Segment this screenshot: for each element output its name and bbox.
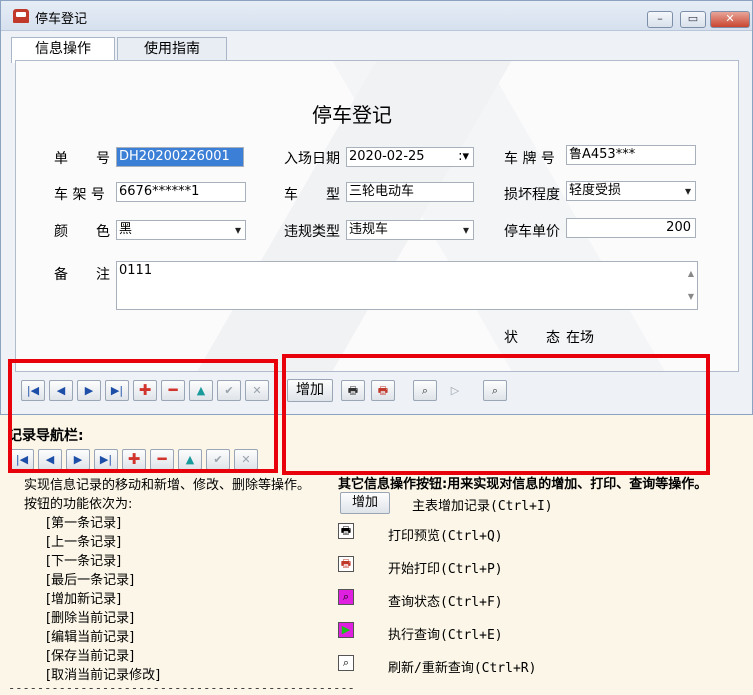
order-no-label: 单 号 xyxy=(54,151,110,167)
frame-no-label: 车 架 号 xyxy=(54,187,105,203)
nav-item: [第一条记录] xyxy=(46,516,122,531)
damage-select[interactable]: 轻度受损 xyxy=(566,181,696,201)
other-item: 刷新/重新查询(Ctrl+R) xyxy=(388,661,537,676)
damage-label: 损坏程度 xyxy=(504,187,560,203)
nav-item: [保存当前记录] xyxy=(46,649,135,664)
plate-field[interactable]: 鲁A453*** xyxy=(566,145,696,165)
other-title: 其它信息操作按钮:用来实现对信息的增加、打印、查询等操作。 xyxy=(338,477,708,492)
add-button-sample: 增加 xyxy=(340,492,390,514)
remark-textarea[interactable]: 0111 ▲ ▼ xyxy=(116,261,698,310)
nav-item: [增加新记录] xyxy=(46,592,122,607)
nav-item: [上一条记录] xyxy=(46,535,122,550)
query-state-icon: ⌕ xyxy=(338,589,354,605)
nav-highlight-box xyxy=(8,359,278,473)
tab-user-guide[interactable]: 使用指南 xyxy=(117,37,227,61)
other-item: 执行查询(Ctrl+E) xyxy=(388,628,503,643)
ops-highlight-box xyxy=(282,354,710,475)
divider-line: ----------------------------------------… xyxy=(8,681,355,695)
vehicle-type-label: 车 型 xyxy=(284,187,340,203)
window-title: 停车登记 xyxy=(35,12,88,27)
remark-label: 备 注 xyxy=(54,267,110,283)
status-label: 状 态 xyxy=(504,330,560,346)
nav-item: [编辑当前记录] xyxy=(46,630,135,645)
main-window: 停车登记 – ▭ ✕ 信息操作 使用指南 停车登记 单 号 DH20200226… xyxy=(0,0,753,415)
entry-date-field[interactable]: 2020-02-25:▾ xyxy=(346,147,474,167)
print-preview-icon: 🖶 xyxy=(338,523,354,539)
plate-label: 车 牌 号 xyxy=(504,151,555,167)
violation-label: 违规类型 xyxy=(284,224,340,240)
scroll-down-icon[interactable]: ▼ xyxy=(688,288,694,306)
nav-item: [下一条记录] xyxy=(46,554,122,569)
maximize-button[interactable]: ▭ xyxy=(680,11,706,28)
scroll-up-icon[interactable]: ▲ xyxy=(688,265,694,283)
order-no-field[interactable]: DH20200226001 xyxy=(116,147,244,167)
violation-select[interactable]: 违规车 xyxy=(346,220,474,240)
refresh-query-icon: ⌕ xyxy=(338,655,354,671)
color-label: 颜 色 xyxy=(54,224,110,240)
color-select[interactable]: 黑 xyxy=(116,220,246,240)
nav-item: [最后一条记录] xyxy=(46,573,135,588)
nav-order: 按钮的功能依次为: xyxy=(24,497,133,512)
unit-price-label: 停车单价 xyxy=(504,224,560,240)
date-picker-chevron-icon[interactable]: :▾ xyxy=(458,148,469,166)
minimize-button[interactable]: – xyxy=(647,11,673,28)
other-item: 查询状态(Ctrl+F) xyxy=(388,595,503,610)
form-heading: 停车登记 xyxy=(312,103,392,127)
close-button[interactable]: ✕ xyxy=(710,11,750,28)
app-icon xyxy=(13,9,29,23)
entry-date-label: 入场日期 xyxy=(284,151,340,167)
nav-desc: 实现信息记录的移动和新增、修改、删除等操作。 xyxy=(24,478,311,493)
unit-price-field[interactable]: 200 xyxy=(566,218,696,238)
other-item: 开始打印(Ctrl+P) xyxy=(388,562,503,577)
other-item: 打印预览(Ctrl+Q) xyxy=(388,529,503,544)
status-value: 在场 xyxy=(566,330,594,346)
frame-no-field[interactable]: 6676******1 xyxy=(116,182,246,202)
title-bar: 停车登记 – ▭ ✕ xyxy=(1,1,752,31)
execute-query-icon: ▶ xyxy=(338,622,354,638)
nav-item: [删除当前记录] xyxy=(46,611,135,626)
print-icon: 🖶 xyxy=(338,556,354,572)
other-item: 主表增加记录(Ctrl+I) xyxy=(412,499,553,514)
vehicle-type-field[interactable]: 三轮电动车 xyxy=(346,182,474,202)
form-panel: 停车登记 单 号 DH20200226001 入场日期 2020-02-25:▾… xyxy=(15,60,739,372)
